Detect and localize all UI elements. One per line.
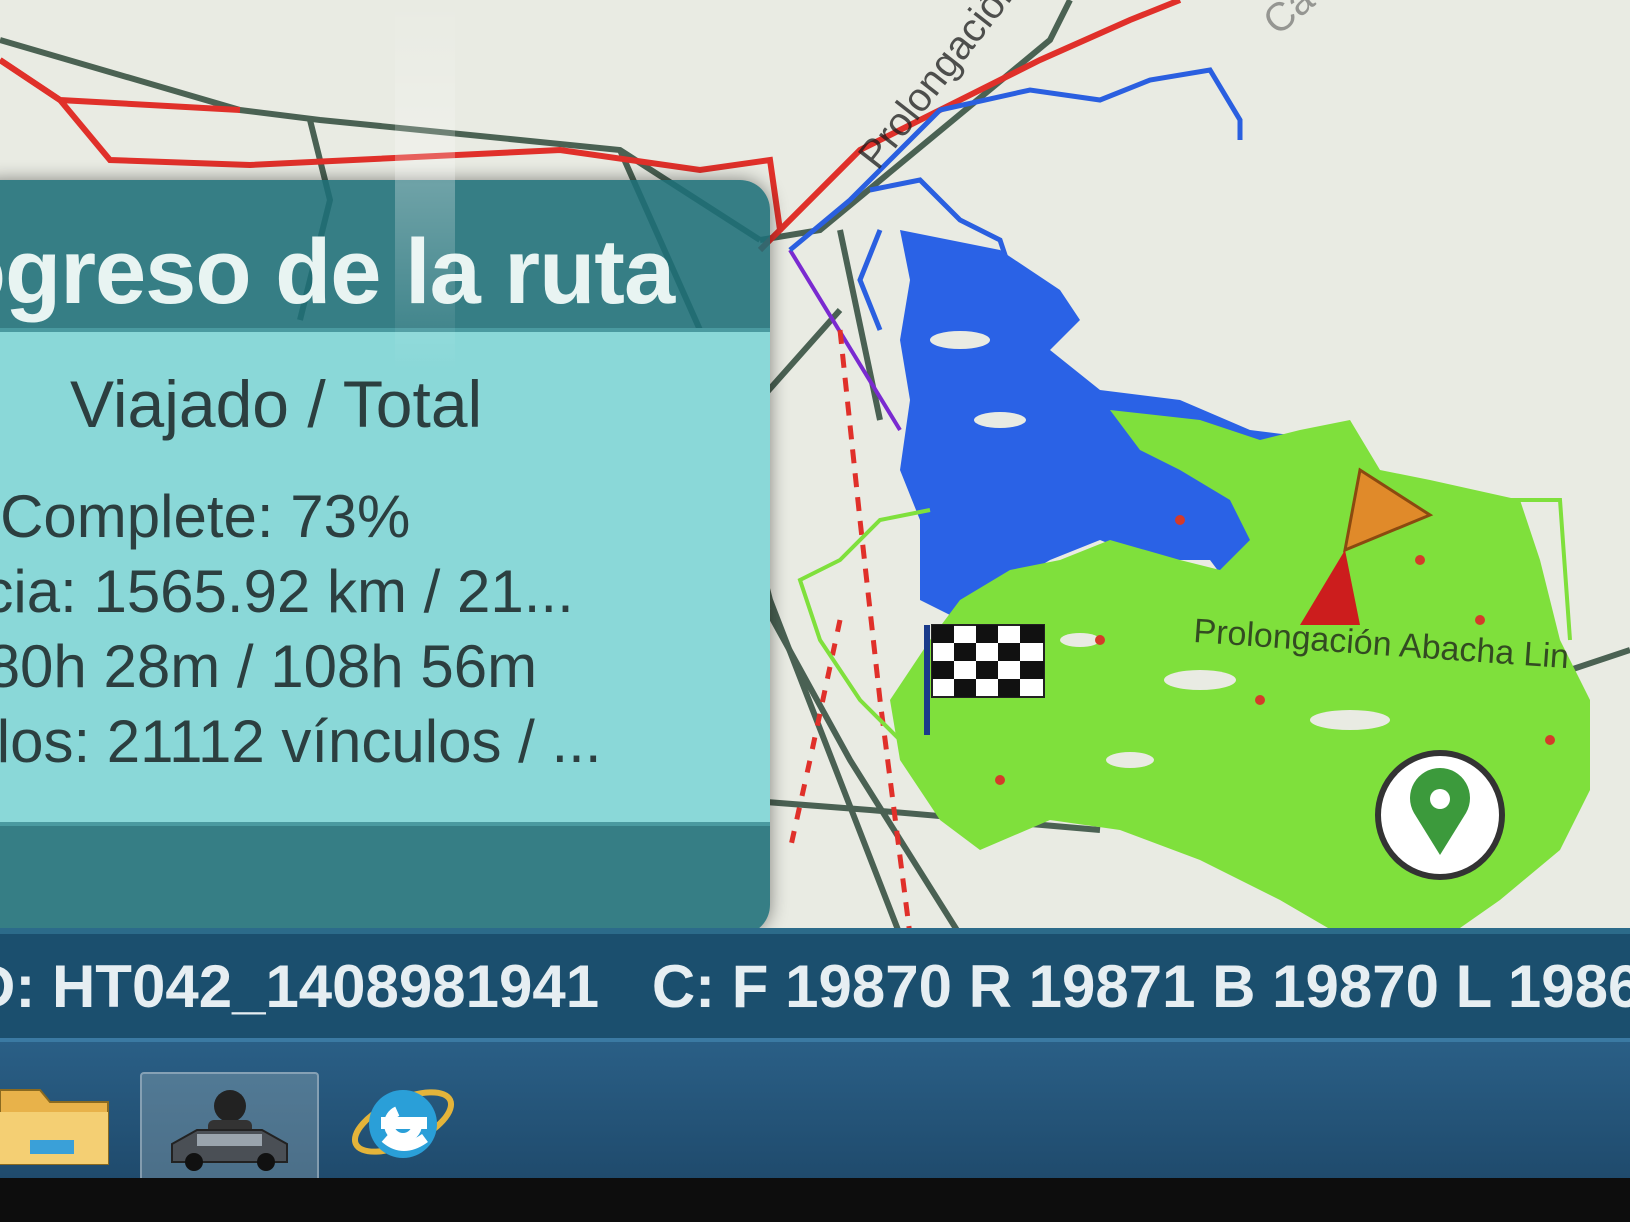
info-bar: D: HT042_1408981941 C: F 19870 R 19871 B… <box>0 928 1630 1044</box>
map-speck <box>1310 710 1390 730</box>
map-speck <box>1106 752 1154 768</box>
map-dot <box>995 775 1005 785</box>
map-dot <box>1545 735 1555 745</box>
map-speck <box>930 331 990 349</box>
route-complete-text: ute Complete: 73% <box>0 483 411 550</box>
red-route <box>787 619 843 851</box>
map-dot <box>1415 555 1425 565</box>
taskbar-driver-button[interactable] <box>140 1072 319 1191</box>
blue-route <box>788 67 1243 252</box>
taskbar-internet-explorer-button[interactable] <box>345 1072 460 1187</box>
screen: Prolongación Abacha Lado Ca Prolongación… <box>0 0 1630 1222</box>
time-text: ra: 80h 28m / 108h 56m <box>0 633 538 700</box>
route-progress-panel: rogreso de la ruta Viajado / Total ute C… <box>0 180 770 935</box>
map-speck <box>974 412 1026 428</box>
map-dot <box>1175 515 1185 525</box>
red-route <box>788 248 902 432</box>
monitor-bezel <box>0 1178 1630 1222</box>
counts-text: C: F 19870 R 19871 B 19870 L 1986 <box>651 953 1630 1020</box>
driver-icon <box>171 1090 288 1171</box>
map-dot <box>1255 695 1265 705</box>
map-speck <box>1060 633 1100 647</box>
traveled-total-heading: Viajado / Total <box>70 367 483 441</box>
folder-icon <box>0 1089 109 1165</box>
distance-text: tancia: 1565.92 km / 21... <box>0 558 574 625</box>
map-speck <box>1164 670 1236 690</box>
panel-title: rogreso de la ruta <box>0 221 675 323</box>
red-route <box>837 329 913 935</box>
session-id-text: D: HT042_1408981941 <box>0 953 600 1020</box>
info-bar-text: D: HT042_1408981941 C: F 19870 R 19871 B… <box>0 952 1630 1021</box>
blue-route <box>857 229 883 331</box>
map-dot <box>1095 635 1105 645</box>
taskbar <box>0 1038 1630 1191</box>
links-text: nculos: 21112 vínculos / ... <box>0 708 602 775</box>
map-pin-icon <box>1375 750 1505 880</box>
taskbar-folder-button[interactable] <box>0 1072 115 1187</box>
internet-explorer-icon <box>351 1089 455 1158</box>
map-dot <box>1475 615 1485 625</box>
panel-body: Viajado / Total ute Complete: 73% tancia… <box>0 328 770 826</box>
